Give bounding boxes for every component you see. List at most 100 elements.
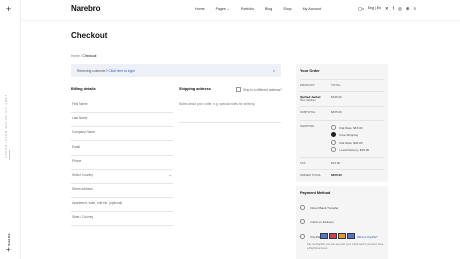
radio-icon[interactable] <box>300 205 306 211</box>
main-nav: Home Pages ⌄ Portfolio Blog Shop My Acco… <box>195 7 332 11</box>
language-selector[interactable]: Eng | En <box>368 6 381 12</box>
notes-placeholder: Notes about your order, e.g. special not… <box>179 102 256 106</box>
field-placeholder: Phone <box>72 159 82 163</box>
currency-label: En <box>376 6 381 10</box>
order-summary: Your Order PRODUCT TOTAL Quilted Jacket … <box>296 64 388 182</box>
sidebar-divider <box>9 150 10 160</box>
instagram-icon[interactable]: ◎ <box>398 6 402 12</box>
shipping-option-label: Free Shipping <box>339 132 359 137</box>
field-placeholder: Select Country <box>72 173 93 177</box>
login-notice: Returning customer? Click here to login … <box>71 64 281 77</box>
nav-shop[interactable]: Shop <box>283 7 291 11</box>
breadcrumb: Home / Checkout <box>71 54 96 58</box>
shipping-label: SHIPPING <box>300 124 315 128</box>
phone-field[interactable]: Phone <box>71 155 173 170</box>
field-placeholder: Company Name <box>72 130 96 134</box>
radio-icon[interactable] <box>331 125 337 131</box>
dribbble-icon[interactable]: ⊕ <box>406 6 410 12</box>
order-notes-textarea[interactable]: Notes about your order, e.g. special not… <box>179 98 281 123</box>
card-logo-icon <box>338 233 346 239</box>
search-icon[interactable]: ⌕ <box>414 6 417 12</box>
nav-blog[interactable]: Blog <box>265 7 272 11</box>
payment-option-label: Direct Bank Transfer <box>310 205 339 210</box>
shipping-option[interactable]: Flat Rate: $40.00 <box>331 140 363 146</box>
shipping-option-label: Flat Rate: $40.00 <box>339 140 363 145</box>
state-country-field[interactable]: State / Country <box>71 211 173 226</box>
twitter-icon[interactable]: ✕ <box>385 6 389 12</box>
shipping-option[interactable]: Local Delivery: $25.00 <box>331 147 370 153</box>
field-placeholder: Apartment, suite, unit etc. (optional) <box>72 201 123 205</box>
last-name-field[interactable]: Last Name <box>71 112 173 127</box>
country-select[interactable]: Select Country ⌄ <box>71 169 173 184</box>
street-address-field[interactable]: Street address <box>71 183 173 198</box>
payment-option-paypal[interactable]: PayPal <box>300 234 321 240</box>
subtotal-row: SUBTOTAL $455.00 <box>300 106 384 121</box>
payment-option-label: PayPal <box>310 234 321 239</box>
payment-option-bank[interactable]: Direct Bank Transfer <box>300 205 339 211</box>
payment-option-cod[interactable]: Cash on Delivery <box>300 219 334 225</box>
ship-different-checkbox[interactable]: Ship to a different address? <box>236 87 282 92</box>
radio-icon[interactable] <box>300 234 306 240</box>
payment-option-label: Cash on Delivery <box>310 219 334 224</box>
item-total: $455.00 <box>331 95 342 99</box>
menu-plus-icon[interactable]: + <box>6 5 11 14</box>
shipping-option[interactable]: Flat Rate: $15.00 <box>331 125 362 131</box>
subtotal-value: $455.00 <box>331 110 342 114</box>
card-logo-icon <box>347 233 355 239</box>
payment-heading: Payment Method <box>300 191 331 195</box>
tax-value: $15.00 <box>331 161 341 165</box>
field-placeholder: State / Country <box>72 215 94 219</box>
radio-icon[interactable] <box>331 132 337 138</box>
order-total-row: ORDER TOTAL $455.00 <box>300 169 384 182</box>
nav-pages[interactable]: Pages ⌄ <box>216 7 230 11</box>
shipping-option-label: Local Delivery: $25.00 <box>339 147 370 152</box>
site-logo[interactable]: Narebro <box>71 4 100 13</box>
subtotal-label: SUBTOTAL <box>300 110 316 114</box>
field-placeholder: First Name <box>72 102 88 106</box>
card-logo-icon <box>329 233 337 239</box>
field-placeholder: Last Name <box>72 116 88 120</box>
nav-portfolio[interactable]: Portfolio <box>241 7 254 11</box>
chevron-down-icon: ⌄ <box>168 172 172 177</box>
tax-label: TAX <box>300 161 306 165</box>
page-title: Checkout <box>71 31 108 40</box>
cart-icon[interactable]: ▢0 <box>358 6 364 12</box>
nav-my-account[interactable]: My Account <box>303 7 322 11</box>
nav-home[interactable]: Home <box>195 7 205 11</box>
order-total-value: $455.00 <box>331 173 342 177</box>
order-total-label: ORDER TOTAL <box>300 173 322 177</box>
cart-count: 0 <box>362 7 364 11</box>
login-link[interactable]: Click here to login <box>109 69 135 73</box>
sidebar-plus-icon[interactable]: + <box>6 245 11 254</box>
breadcrumb-home[interactable]: Home <box>71 54 80 58</box>
radio-icon[interactable] <box>331 140 337 146</box>
first-name-field[interactable]: First Name <box>71 98 173 113</box>
total-column-label: TOTAL <box>331 83 341 87</box>
company-field[interactable]: Company Name <box>71 126 173 141</box>
radio-icon[interactable] <box>300 219 306 225</box>
facebook-icon[interactable]: f <box>393 6 394 12</box>
left-sidebar: + LOREM IPSUM DOLOR SIT AMET SHARE + <box>0 0 21 259</box>
field-placeholder: Street address <box>72 187 93 191</box>
header-icons: ▢0 Eng | En ✕ f ◎ ⊕ ⌕ <box>358 6 416 12</box>
item-qty: Size: Medium <box>300 99 316 102</box>
language-label: Eng <box>367 6 374 10</box>
radio-icon[interactable] <box>331 147 337 153</box>
notice-question: Returning customer? <box>77 69 108 73</box>
sidebar-vertical-text: LOREM IPSUM DOLOR SIT AMET <box>5 94 8 158</box>
order-item-row: Quilted Jacket Size: Medium $455.00 <box>300 91 384 107</box>
site-header: Narebro Home Pages ⌄ Portfolio Blog Shop… <box>20 0 460 21</box>
close-icon[interactable]: × <box>273 68 275 73</box>
shipping-option[interactable]: Free Shipping <box>331 132 359 138</box>
breadcrumb-current: Checkout <box>82 54 97 58</box>
billing-heading: Billing details <box>71 87 96 91</box>
shipping-heading: Shipping address <box>179 87 211 91</box>
notice-text: Returning customer? Click here to login <box>77 69 135 73</box>
checkbox-icon[interactable] <box>236 87 241 92</box>
card-logo-icon <box>320 233 328 239</box>
what-is-paypal-link[interactable]: What is PayPal? <box>357 235 378 239</box>
product-column-label: PRODUCT <box>300 83 315 87</box>
apartment-field[interactable]: Apartment, suite, unit etc. (optional) <box>71 197 173 212</box>
paypal-card-logos <box>320 233 355 239</box>
email-field[interactable]: Email <box>71 141 173 156</box>
